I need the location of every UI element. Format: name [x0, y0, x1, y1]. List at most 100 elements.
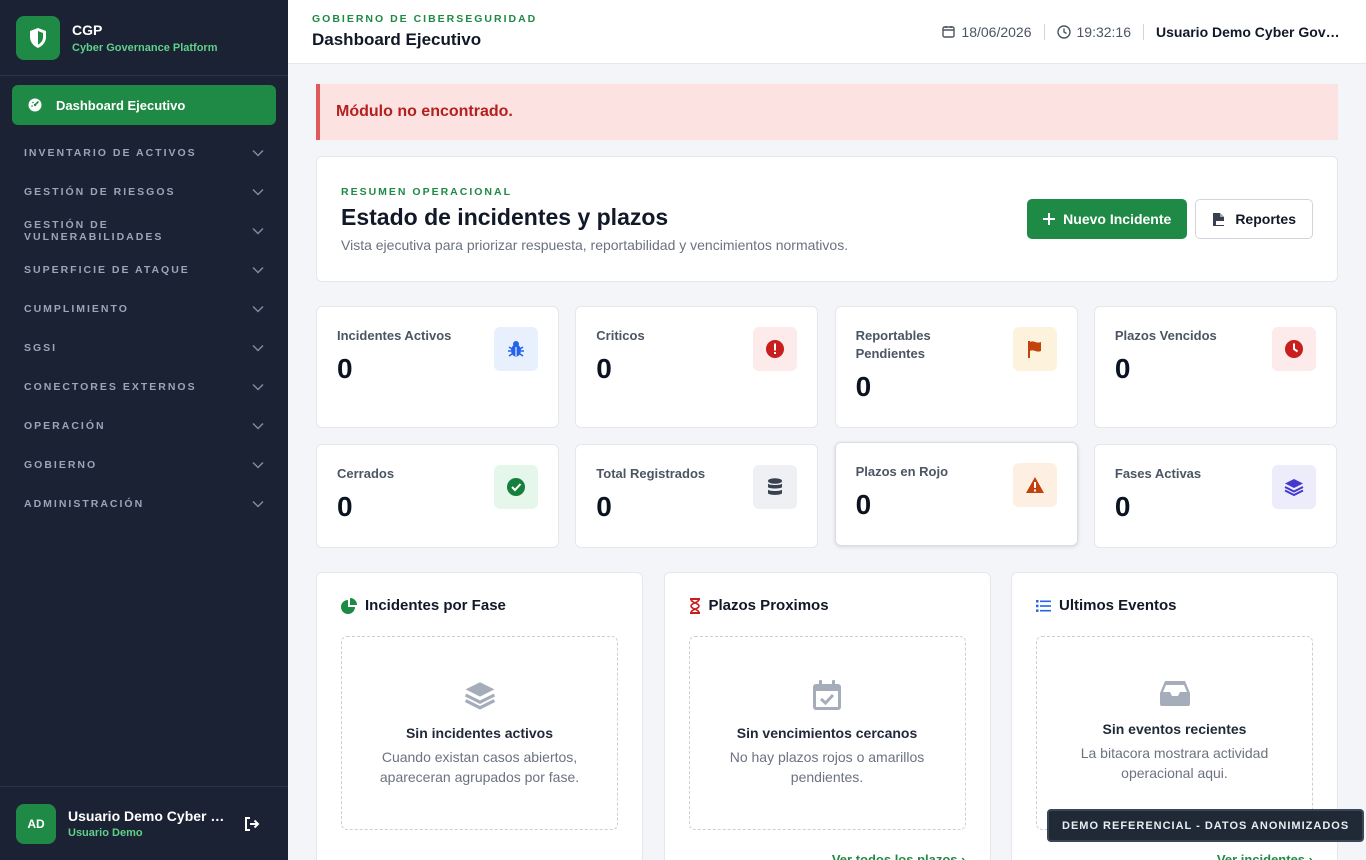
brand: CGP Cyber Governance Platform — [0, 0, 288, 76]
stat-card-total-registrados[interactable]: Total Registrados 0 — [575, 444, 819, 548]
clock-icon — [1271, 327, 1316, 371]
brand-title: CGP — [72, 21, 103, 38]
summary-title: Estado de incidentes y plazos — [341, 203, 669, 230]
see-incidents-link[interactable]: Ver incidentes › — [1036, 852, 1313, 860]
sidebar-group-label: GOBIERNO — [24, 458, 98, 471]
reports-button[interactable]: Reportes — [1195, 199, 1313, 239]
top-header: GOBIERNO DE CIBERSEGURIDAD Dashboard Eje… — [288, 0, 1366, 64]
avatar: AD — [16, 803, 56, 844]
sidebar: CGP Cyber Governance Platform Dashboard … — [0, 0, 288, 860]
sidebar-group-operacion[interactable]: OPERACIÓN — [0, 406, 288, 445]
header-user[interactable]: Usuario Demo Cyber Governance — [1156, 24, 1342, 40]
sidebar-item-label: Dashboard Ejecutivo — [56, 97, 186, 113]
flag-icon — [1012, 327, 1057, 371]
sidebar-group-label: INVENTARIO DE ACTIVOS — [24, 146, 197, 159]
chevron-down-icon — [252, 461, 264, 469]
main-content: Módulo no encontrado. RESUMEN OPERACIONA… — [316, 84, 1338, 860]
stats-grid: Incidentes Activos 0 Criticos 0 Reportab… — [316, 306, 1338, 548]
error-alert: Módulo no encontrado. — [316, 84, 1338, 140]
chevron-down-icon — [252, 188, 264, 196]
stat-card-plazos-vencidos[interactable]: Plazos Vencidos 0 — [1093, 306, 1337, 428]
stat-label: Plazos en Rojo — [855, 464, 949, 479]
chevron-down-icon — [252, 227, 264, 235]
header-kicker: GOBIERNO DE CIBERSEGURIDAD — [312, 13, 538, 25]
empty-title: Sin eventos recientes — [1102, 721, 1247, 737]
page-title: Dashboard Ejecutivo — [312, 30, 482, 49]
clock-icon — [1056, 24, 1071, 39]
sidebar-group-administracion[interactable]: ADMINISTRACIÓN — [0, 484, 288, 523]
empty-state: Sin incidentes activos Cuando existan ca… — [341, 636, 618, 830]
stat-card-cerrados[interactable]: Cerrados 0 — [316, 444, 559, 548]
stat-card-reportables-pendientes[interactable]: Reportables Pendientes 0 — [834, 306, 1078, 428]
hourglass-icon — [689, 597, 700, 614]
sidebar-item-dashboard-ejecutivo[interactable]: Dashboard Ejecutivo — [12, 85, 276, 125]
sidebar-group-label: CONECTORES EXTERNOS — [24, 380, 197, 393]
logout-icon[interactable] — [244, 816, 260, 831]
plus-icon — [1043, 213, 1056, 225]
sidebar-group-label: GESTIÓN DE VULNERABILIDADES — [24, 218, 164, 243]
panel-title: Incidentes por Fase — [365, 597, 506, 614]
chevron-down-icon — [252, 344, 264, 352]
sidebar-group-label: CUMPLIMIENTO — [24, 302, 129, 315]
time-text: 19:32:16 — [1076, 23, 1132, 40]
bug-icon — [494, 327, 538, 371]
empty-description: No hay plazos rojos o amarillos pendient… — [729, 749, 925, 785]
panel-plazos-proximos: Plazos Proximos Sin vencimientos cercano… — [663, 572, 991, 860]
chevron-down-icon — [252, 266, 264, 274]
stat-label: Cerrados — [337, 466, 395, 481]
check-circle-icon — [494, 465, 538, 509]
sidebar-user: AD Usuario Demo Cyber Governance Usuario… — [0, 786, 288, 860]
sidebar-group-cumplimiento[interactable]: CUMPLIMIENTO — [0, 289, 288, 328]
header-date: 18/06/2026 — [942, 23, 1032, 40]
demo-badge: DEMO REFERENCIAL - DATOS ANONIMIZADOS — [1047, 809, 1365, 842]
database-icon — [753, 465, 798, 509]
sidebar-group-superficie[interactable]: SUPERFICIE DE ATAQUE — [0, 250, 288, 289]
stat-value: 0 — [855, 371, 872, 402]
chevron-down-icon — [252, 305, 264, 313]
summary-kicker: RESUMEN OPERACIONAL — [341, 185, 513, 198]
stat-label: Reportables Pendientes — [855, 328, 931, 361]
stat-card-fases-activas[interactable]: Fases Activas 0 — [1093, 444, 1337, 548]
sidebar-group-label: SGSI — [24, 341, 58, 354]
panel-title: Plazos Proximos — [708, 597, 829, 614]
shield-logo-icon — [16, 15, 60, 60]
see-all-deadlines-link[interactable]: Ver todos los plazos › — [689, 852, 966, 860]
empty-description: La bitacora mostrara actividad operacion… — [1080, 745, 1269, 781]
sidebar-group-vulnerabilidades[interactable]: GESTIÓN DE VULNERABILIDADES — [0, 211, 288, 250]
sidebar-group-inventario[interactable]: INVENTARIO DE ACTIVOS — [0, 133, 288, 172]
sidebar-group-riesgos[interactable]: GESTIÓN DE RIESGOS — [0, 172, 288, 211]
button-label: Reportes — [1235, 211, 1296, 227]
panel-title: Ultimos Eventos — [1059, 597, 1177, 614]
sidebar-group-conectores[interactable]: CONECTORES EXTERNOS — [0, 367, 288, 406]
sidebar-group-sgsi[interactable]: SGSI — [0, 328, 288, 367]
user-role: Usuario Demo — [68, 827, 143, 839]
alert-circle-icon — [753, 327, 798, 371]
stat-label: Incidentes Activos — [337, 328, 452, 343]
link-label: Ver todos los plazos — [831, 852, 958, 860]
inbox-icon — [1159, 681, 1190, 706]
link-label: Ver incidentes — [1216, 852, 1306, 860]
sidebar-group-label: GESTIÓN DE RIESGOS — [24, 185, 176, 198]
stat-card-criticos[interactable]: Criticos 0 — [575, 306, 819, 428]
warning-triangle-icon — [1012, 463, 1057, 507]
stat-card-plazos-en-rojo[interactable]: Plazos en Rojo 0 — [834, 442, 1078, 546]
chevron-down-icon — [252, 149, 264, 157]
header-time: 19:32:16 — [1056, 23, 1132, 40]
new-incident-button[interactable]: Nuevo Incidente — [1027, 199, 1188, 239]
sidebar-group-label: SUPERFICIE DE ATAQUE — [24, 263, 190, 276]
stat-label: Total Registrados — [596, 466, 706, 481]
layers-icon — [464, 682, 495, 710]
sidebar-group-gobierno[interactable]: GOBIERNO — [0, 445, 288, 484]
chevron-down-icon — [252, 500, 264, 508]
chevron-down-icon — [252, 422, 264, 430]
brand-subtitle: Cyber Governance Platform — [72, 41, 218, 54]
empty-state: Sin vencimientos cercanos No hay plazos … — [688, 636, 966, 830]
stat-card-incidentes-activos[interactable]: Incidentes Activos 0 — [316, 306, 559, 428]
user-name: Usuario Demo Cyber Governance — [68, 808, 228, 824]
summary-description: Vista ejecutiva para priorizar respuesta… — [341, 236, 849, 253]
empty-description: Cuando existan casos abiertos, aparecera… — [379, 749, 580, 785]
pdf-file-icon — [1213, 212, 1225, 226]
divider — [1143, 23, 1144, 40]
date-text: 18/06/2026 — [961, 23, 1032, 40]
summary-card: RESUMEN OPERACIONAL Estado de incidentes… — [316, 156, 1338, 282]
